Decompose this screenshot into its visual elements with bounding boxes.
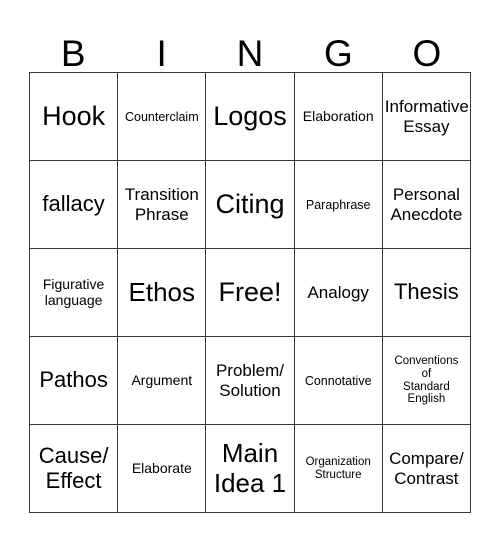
bingo-cell-r2c3[interactable]: Citing bbox=[206, 161, 295, 249]
bingo-header-letter-o: O bbox=[412, 33, 442, 74]
bingo-cell-r3c3[interactable]: Free! bbox=[206, 249, 295, 337]
bingo-cell-r4c4[interactable]: Connotative bbox=[294, 337, 383, 425]
bingo-cell-label: Citing bbox=[215, 189, 285, 220]
bingo-cell-r5c5[interactable]: Compare/ Contrast bbox=[382, 425, 471, 513]
bingo-cell-r2c5[interactable]: Personal Anecdote bbox=[382, 161, 471, 249]
bingo-cell-label: Free! bbox=[218, 277, 282, 308]
bingo-cell-label: Elaborate bbox=[131, 459, 192, 476]
bingo-cell-label: Hook bbox=[42, 101, 106, 132]
bingo-cell-r4c2[interactable]: Argument bbox=[118, 337, 207, 425]
bingo-cell-r1c2[interactable]: Counterclaim bbox=[118, 73, 207, 161]
bingo-cell-r5c1[interactable]: Cause/ Effect bbox=[30, 425, 119, 513]
bingo-cell-r4c3[interactable]: Problem/ Solution bbox=[206, 337, 295, 425]
bingo-header-letter-g: G bbox=[324, 33, 353, 74]
bingo-cell-r5c2[interactable]: Elaborate bbox=[118, 425, 207, 513]
bingo-cell-r1c4[interactable]: Elaboration bbox=[294, 73, 383, 161]
bingo-cell-label: Personal Anecdote bbox=[390, 185, 463, 224]
bingo-cell-label: Cause/ Effect bbox=[38, 442, 109, 493]
bingo-header-letter-i: I bbox=[156, 33, 167, 74]
bingo-cell-r1c1[interactable]: Hook bbox=[30, 73, 119, 161]
bingo-cell-r5c3[interactable]: Main Idea 1 bbox=[206, 425, 295, 513]
bingo-cell-label: Paraphrase bbox=[305, 197, 371, 212]
bingo-cell-r1c3[interactable]: Logos bbox=[206, 73, 295, 161]
bingo-header-letter-n: N bbox=[236, 33, 264, 74]
bingo-cell-label: Thesis bbox=[393, 279, 459, 305]
bingo-cell-r3c1[interactable]: Figurative language bbox=[30, 249, 119, 337]
bingo-cell-label: Ethos bbox=[128, 276, 196, 307]
bingo-cell-r3c4[interactable]: Analogy bbox=[294, 249, 383, 337]
bingo-cell-label: Conventions of Standard English bbox=[394, 354, 459, 406]
bingo-cell-label: Connotative bbox=[304, 373, 372, 388]
bingo-cell-r3c5[interactable]: Thesis bbox=[382, 249, 471, 337]
bingo-cell-r5c4[interactable]: Organization Structure bbox=[294, 425, 383, 513]
bingo-cell-label: Informative Essay bbox=[384, 97, 469, 136]
bingo-cell-label: Figurative language bbox=[42, 275, 105, 308]
bingo-cell-label: fallacy bbox=[42, 191, 105, 217]
bingo-grid: Hook Counterclaim Logos Elaboration Informat… bbox=[29, 72, 471, 513]
bingo-cell-r3c2[interactable]: Ethos bbox=[118, 249, 207, 337]
bingo-cell-label: Organization Structure bbox=[305, 455, 371, 481]
bingo-cell-label: Main Idea 1 bbox=[213, 438, 287, 498]
bingo-cell-r4c1[interactable]: Pathos bbox=[30, 337, 119, 425]
bingo-cell-label: Compare/ Contrast bbox=[389, 449, 464, 488]
bingo-cell-label: Transition Phrase bbox=[124, 185, 199, 224]
bingo-cell-label: Problem/ Solution bbox=[215, 361, 284, 400]
bingo-cell-label: Elaboration bbox=[302, 107, 374, 124]
bingo-card: B I N G O Hook Counterclaim Logos Elaboration In… bbox=[0, 0, 500, 544]
bingo-cell-label: Logos bbox=[213, 101, 287, 132]
bingo-cell-r2c1[interactable]: fallacy bbox=[30, 161, 119, 249]
bingo-cell-label: Argument bbox=[131, 371, 193, 388]
bingo-cell-r4c5[interactable]: Conventions of Standard English bbox=[382, 337, 471, 425]
bingo-header-letter-b: B bbox=[60, 33, 86, 74]
bingo-header-row: BINGO bbox=[29, 18, 471, 72]
bingo-cell-label: Counterclaim bbox=[124, 109, 199, 124]
bingo-cell-label: Analogy bbox=[307, 282, 369, 302]
bingo-cell-r1c5[interactable]: Informative Essay bbox=[382, 73, 471, 161]
bingo-cell-r2c4[interactable]: Paraphrase bbox=[294, 161, 383, 249]
bingo-cell-r2c2[interactable]: Transition Phrase bbox=[118, 161, 207, 249]
bingo-cell-label: Pathos bbox=[39, 367, 108, 393]
